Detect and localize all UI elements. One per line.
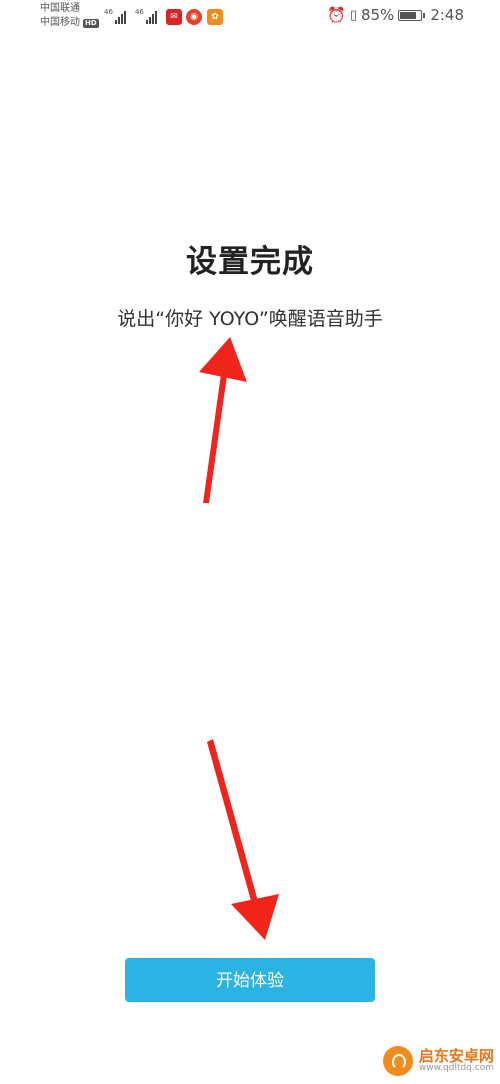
notification-app-icon: ✉ — [166, 9, 182, 25]
vibrate-icon: ▯ — [349, 7, 357, 23]
start-experience-button[interactable]: 开始体验 — [125, 958, 375, 1002]
watermark-url: www.qdltdq.com — [418, 1063, 494, 1074]
hd-badge: HD — [83, 18, 99, 28]
notification-app-icon: ◉ — [186, 9, 202, 25]
status-right-group: ⏰ ▯ 85% 2:48 — [327, 6, 464, 24]
battery-level-fill — [400, 11, 417, 19]
page-title: 设置完成 — [186, 244, 314, 280]
carrier-name-1: 中国联通 — [40, 3, 80, 14]
watermark-logo: 启东安卓网 www.qdltdq.com — [382, 1046, 494, 1076]
clock: 2:48 — [430, 6, 464, 24]
signal-strength-icon: 46 — [135, 8, 157, 24]
notification-app-icon: ✿ — [207, 9, 223, 25]
status-bar: 中国联通 中国移动 HD 46 46 ✉ ◉ ✿ ⏰ ▯ 85% 2:48 — [0, 0, 500, 34]
watermark-icon — [382, 1046, 413, 1076]
annotation-arrow-down — [207, 739, 279, 940]
watermark-name: 启东安卓网 — [418, 1046, 494, 1065]
carrier-info: 中国联通 中国移动 HD — [40, 2, 99, 30]
signal-strength-icon: 46 — [104, 8, 126, 24]
wake-instruction: 说出“你好 YOYO”唤醒语音助手 — [117, 308, 383, 330]
battery-percentage: 85% — [360, 6, 395, 24]
alarm-icon: ⏰ — [327, 6, 346, 24]
network-type-label: 46 — [135, 8, 144, 16]
annotation-arrow-up — [199, 337, 247, 503]
battery-icon — [398, 9, 426, 21]
annotation-arrows — [199, 337, 279, 940]
carrier-name-2: 中国移动 — [40, 17, 80, 28]
network-type-label: 46 — [104, 8, 113, 16]
